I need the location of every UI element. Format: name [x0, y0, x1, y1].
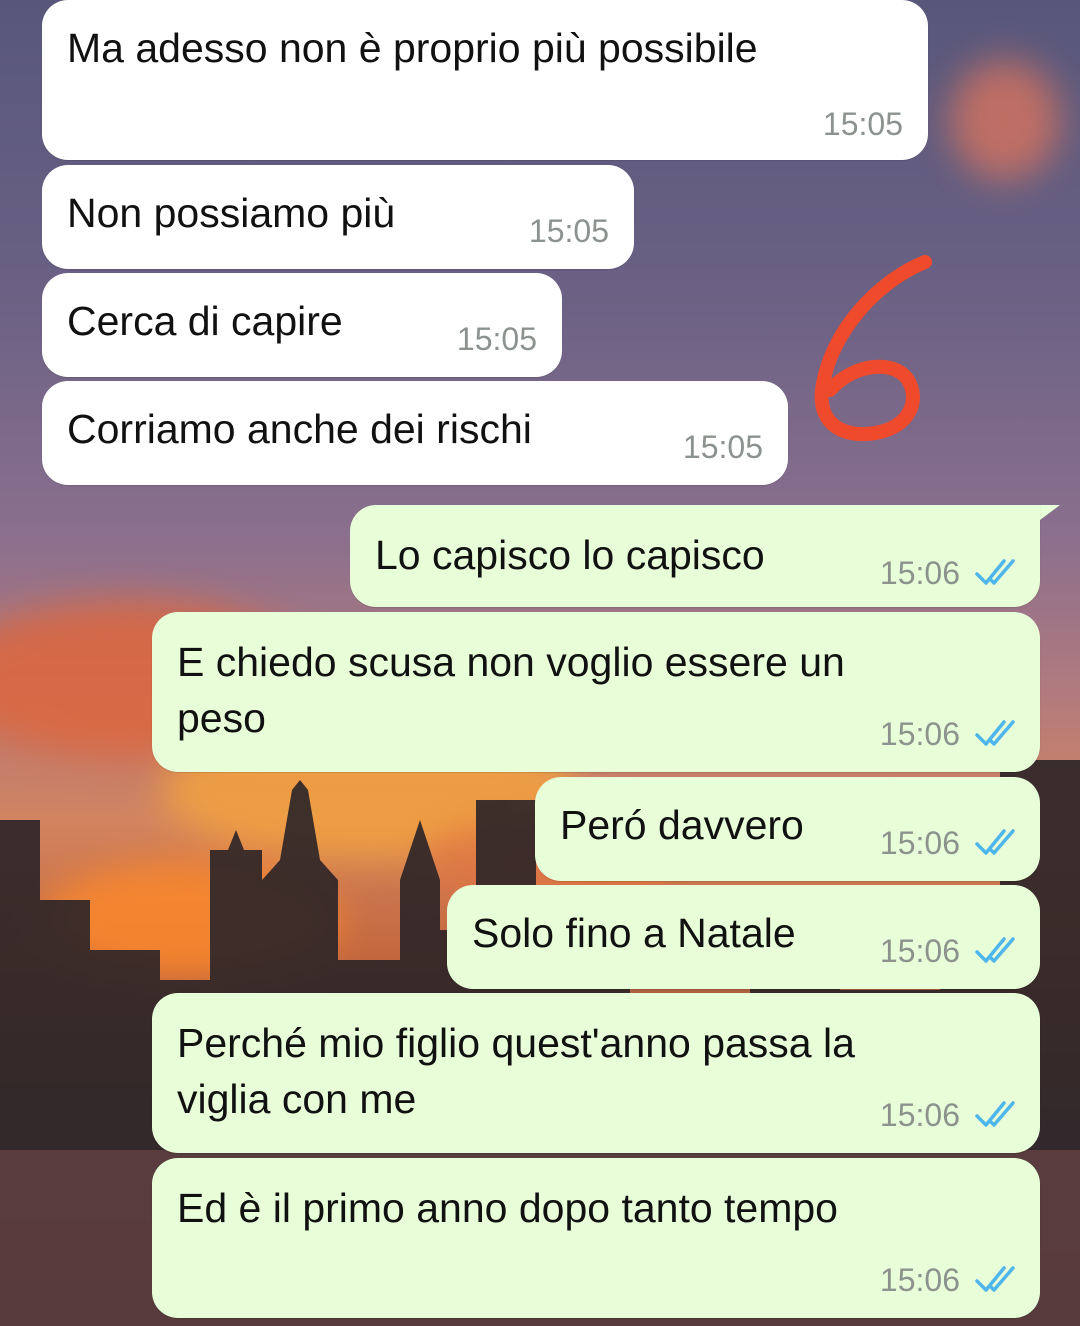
- message-timestamp: 15:06: [879, 933, 960, 969]
- message-timestamp: 15:06: [879, 825, 960, 861]
- message-text: Corriamo anche dei rischi: [67, 406, 532, 452]
- incoming-message[interactable]: Corriamo anche dei rischi 15:05: [42, 381, 788, 485]
- message-timestamp: 15:06: [879, 1097, 960, 1133]
- outgoing-message[interactable]: E chiedo scusa non voglio essere un peso…: [152, 612, 1040, 772]
- outgoing-message[interactable]: Lo capisco lo capisco 15:06: [350, 505, 1040, 607]
- message-text: Cerca di capire: [67, 298, 343, 344]
- message-text: E chiedo scusa non voglio essere un peso: [177, 639, 845, 741]
- message-text: Non possiamo più: [67, 190, 396, 236]
- double-check-icon: [975, 559, 1015, 585]
- message-text: Perché mio figlio quest'anno passa la vi…: [177, 1020, 855, 1122]
- message-text: Peró davvero: [560, 802, 804, 848]
- message-timestamp: 15:05: [528, 213, 609, 249]
- message-text: Solo fino a Natale: [472, 910, 796, 956]
- outgoing-message[interactable]: Perché mio figlio quest'anno passa la vi…: [152, 993, 1040, 1153]
- message-text: Lo capisco lo capisco: [375, 532, 765, 578]
- double-check-icon: [975, 1266, 1015, 1292]
- double-check-icon: [975, 937, 1015, 963]
- message-timestamp: 15:06: [879, 716, 960, 752]
- double-check-icon: [975, 829, 1015, 855]
- message-text: Ed è il primo anno dopo tanto tempo: [177, 1185, 838, 1231]
- outgoing-message[interactable]: Peró davvero 15:06: [535, 777, 1040, 881]
- message-timestamp: 15:05: [456, 321, 537, 357]
- message-timestamp: 15:06: [879, 555, 960, 591]
- outgoing-message[interactable]: Solo fino a Natale 15:06: [447, 885, 1040, 989]
- incoming-message[interactable]: Ma adesso non è proprio più possibile 15…: [42, 0, 928, 160]
- message-timestamp: 15:06: [879, 1262, 960, 1298]
- double-check-icon: [975, 720, 1015, 746]
- message-timestamp: 15:05: [682, 429, 763, 465]
- incoming-message[interactable]: Non possiamo più 15:05: [42, 165, 634, 269]
- message-timestamp: 15:05: [822, 106, 903, 142]
- incoming-message[interactable]: Cerca di capire 15:05: [42, 273, 562, 377]
- outgoing-message[interactable]: Ed è il primo anno dopo tanto tempo 15:0…: [152, 1158, 1040, 1318]
- double-check-icon: [975, 1101, 1015, 1127]
- message-text: Ma adesso non è proprio più possibile: [67, 25, 758, 71]
- handwritten-annotation-icon: [814, 255, 932, 442]
